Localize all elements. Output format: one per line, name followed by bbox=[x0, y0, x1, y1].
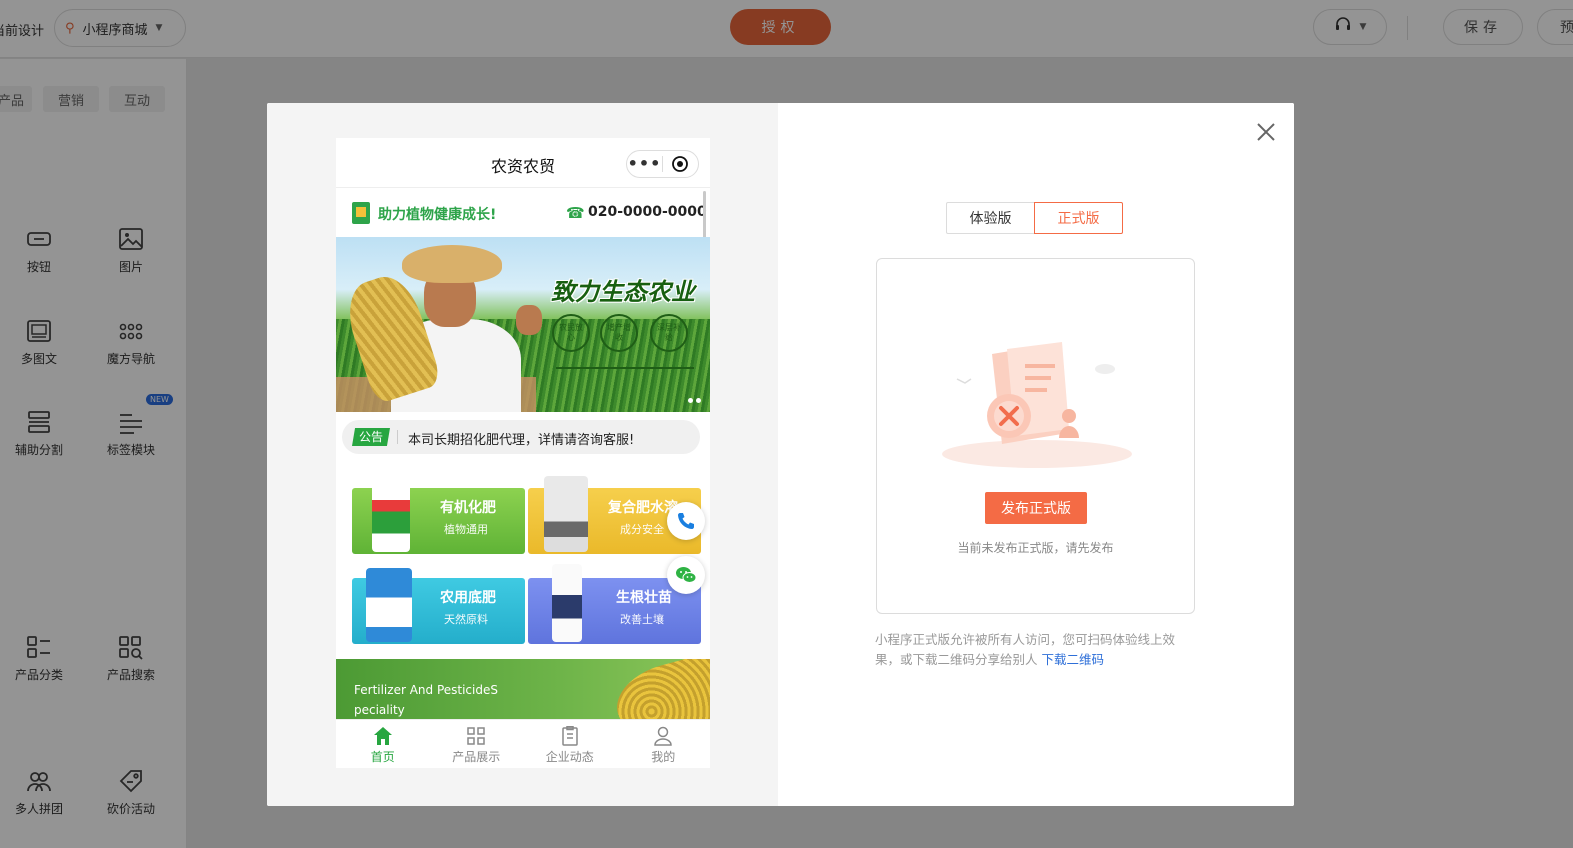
user-icon bbox=[654, 726, 673, 746]
promo-banner[interactable]: Fertilizer And PesticideS peciality bbox=[336, 659, 710, 719]
phone-preview-area: 农资农贸 ••• 助力植物健康成长! ☎ 020-0000-0000 致力生态农… bbox=[267, 103, 778, 806]
fertilizer-sack bbox=[366, 568, 412, 642]
target-icon bbox=[663, 155, 698, 173]
notice-text: 本司长期招化肥代理，详情请咨询客服! bbox=[408, 433, 635, 448]
tab-label: 首页 bbox=[370, 750, 395, 764]
publish-panel: 体验版 正式版 发布正式版 当前未发布正式版，请先发布 小程序正式版允许被所有人… bbox=[778, 103, 1294, 806]
carousel-dots[interactable] bbox=[688, 398, 701, 403]
empty-tip: 当前未发布正式版，请先发布 bbox=[957, 541, 1114, 555]
product-card-subtitle: 改善土壤 bbox=[620, 613, 664, 626]
rice-ear-illustration bbox=[608, 659, 710, 719]
product-card-title: 农用底肥 bbox=[440, 590, 496, 606]
phone-header: 农资农贸 ••• bbox=[336, 138, 710, 188]
release-description-text: 小程序正式版允许被所有人访问，您可扫码体验线上效果，或下载二维码分享给别人 bbox=[875, 632, 1176, 667]
home-icon bbox=[373, 727, 392, 745]
nutrient-bottle bbox=[552, 564, 582, 642]
banner-title: 致力生态农业 bbox=[551, 278, 695, 306]
qr-code-box: 发布正式版 当前未发布正式版，请先发布 bbox=[876, 258, 1195, 614]
close-icon[interactable] bbox=[1253, 119, 1279, 145]
thumbs-up bbox=[516, 305, 542, 335]
clipboard-icon bbox=[562, 726, 578, 746]
fertilizer-bottle bbox=[372, 478, 410, 552]
tab-label: 产品展示 bbox=[452, 750, 501, 764]
wechat-icon bbox=[676, 567, 697, 583]
product-card-title: 有机化肥 bbox=[440, 500, 496, 516]
seed-bag-icon bbox=[352, 202, 370, 224]
tab-label: 我的 bbox=[651, 750, 676, 764]
tab-label: 企业动态 bbox=[545, 750, 594, 764]
hotline-number[interactable]: 020-0000-0000 bbox=[588, 204, 707, 220]
phone-call-icon bbox=[678, 513, 694, 529]
tab-home[interactable]: 首页 bbox=[336, 720, 430, 768]
miniprogram-capsule: ••• bbox=[626, 150, 699, 178]
product-card[interactable]: 农用底肥 天然原料 bbox=[352, 568, 525, 644]
hero-banner[interactable]: 致力生态农业 农民放心 增产增收 深层补给 bbox=[336, 237, 710, 412]
banner-badge: 增产增收 bbox=[600, 314, 638, 352]
more-dots-icon: ••• bbox=[627, 154, 662, 173]
slogan-text: 助力植物健康成长! bbox=[378, 207, 497, 223]
grid-icon bbox=[467, 727, 485, 745]
slogan-bar: 助力植物健康成长! ☎ 020-0000-0000 bbox=[336, 189, 710, 237]
version-switch: 体验版 正式版 bbox=[946, 202, 1125, 234]
call-float-button[interactable] bbox=[667, 502, 705, 540]
release-description: 小程序正式版允许被所有人访问，您可扫码体验线上效果，或下载二维码分享给别人 下载… bbox=[875, 630, 1195, 670]
promo-banner-text: Fertilizer And PesticideS peciality bbox=[354, 683, 498, 717]
publish-modal: 农资农贸 ••• 助力植物健康成长! ☎ 020-0000-0000 致力生态农… bbox=[267, 103, 1294, 806]
product-card[interactable]: 有机化肥 植物通用 bbox=[352, 478, 525, 554]
banner-badge: 深层补给 bbox=[650, 314, 688, 352]
tab-products[interactable]: 产品展示 bbox=[430, 720, 524, 768]
product-card-subtitle: 成分安全 bbox=[620, 523, 664, 536]
tab-trial-version[interactable]: 体验版 bbox=[946, 202, 1035, 234]
phone-preview: 农资农贸 ••• 助力植物健康成长! ☎ 020-0000-0000 致力生态农… bbox=[336, 138, 710, 768]
straw-hat bbox=[402, 245, 502, 283]
tab-news[interactable]: 企业动态 bbox=[523, 720, 617, 768]
tab-release-version[interactable]: 正式版 bbox=[1034, 202, 1123, 234]
fertilizer-bag bbox=[544, 476, 588, 552]
product-card-title: 生根壮苗 bbox=[616, 590, 672, 606]
tab-mine[interactable]: 我的 bbox=[617, 720, 711, 768]
publish-release-button[interactable]: 发布正式版 bbox=[985, 492, 1087, 524]
notice-tag: 公告 bbox=[352, 428, 390, 446]
notice-bar[interactable]: 公告 本司长期招化肥代理，详情请咨询客服! bbox=[342, 420, 700, 454]
product-card-subtitle: 天然原料 bbox=[444, 613, 488, 626]
download-qr-link[interactable]: 下载二维码 bbox=[1042, 652, 1105, 667]
product-card-subtitle: 植物通用 bbox=[444, 523, 488, 536]
unpublished-illustration-icon bbox=[942, 342, 1132, 468]
telephone-icon: ☎ bbox=[566, 204, 585, 222]
wechat-float-button[interactable] bbox=[667, 556, 705, 594]
banner-badge: 农民放心 bbox=[552, 314, 590, 352]
phone-tabbar: 首页 产品展示 企业动态 我的 bbox=[336, 719, 710, 768]
